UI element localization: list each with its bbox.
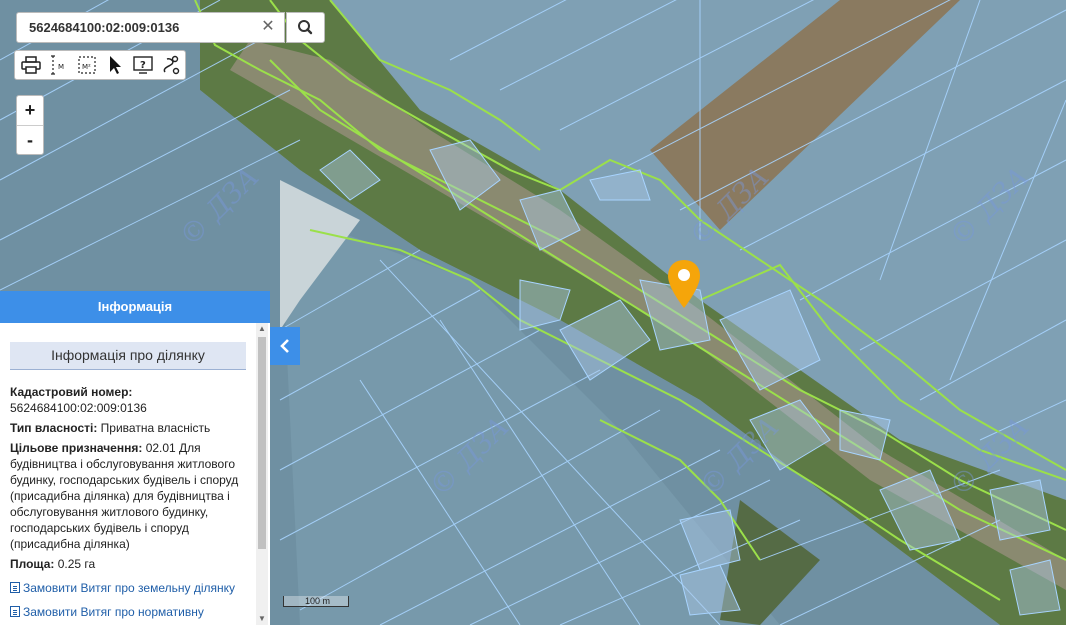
search-icon (298, 20, 313, 35)
svg-text:M: M (58, 63, 64, 71)
document-icon (10, 582, 20, 593)
measure-area-button[interactable]: M² (73, 52, 101, 78)
chevron-left-icon (280, 339, 289, 353)
measure-length-icon: M (51, 55, 64, 75)
order-valuation-label: Замовити Витяг про нормативну грошову оц… (10, 605, 204, 623)
route-button[interactable] (157, 52, 185, 78)
ownership-label: Тип власності: (10, 421, 98, 435)
print-icon (21, 56, 41, 74)
scroll-down-icon[interactable]: ▼ (256, 613, 268, 625)
purpose-row: Цільове призначення: 02.01 Для будівницт… (10, 440, 246, 552)
info-query-icon: ? (133, 56, 153, 74)
search-input[interactable] (17, 13, 257, 42)
purpose-label: Цільове призначення: (10, 441, 143, 455)
scroll-thumb[interactable] (258, 337, 266, 549)
svg-text:M²: M² (82, 63, 91, 71)
cadastral-row: Кадастровий номер: 5624684100:02:009:013… (10, 384, 246, 416)
zoom-in-button[interactable]: + (17, 96, 43, 126)
pointer-icon (110, 56, 121, 74)
panel-header: Інформація (0, 291, 270, 323)
panel-body: Інформація про ділянку Кадастровий номер… (0, 323, 256, 623)
zoom-out-button[interactable]: - (17, 126, 43, 155)
ownership-value: Приватна власність (100, 421, 211, 435)
purpose-value: 02.01 Для будівництва і обслуговування ж… (10, 441, 239, 551)
order-valuation-link[interactable]: Замовити Витяг про нормативну грошову оц… (10, 604, 246, 623)
ownership-row: Тип власності: Приватна власність (10, 420, 246, 436)
info-query-button[interactable]: ? (129, 52, 157, 78)
panel-title: Інформація про ділянку (10, 342, 246, 370)
scroll-up-icon[interactable]: ▲ (256, 323, 268, 335)
map-marker-icon[interactable] (666, 258, 702, 310)
info-panel: Інформація Інформація про ділянку Кадаст… (0, 291, 270, 625)
search-button[interactable] (286, 12, 325, 43)
zoom-control: + - (16, 95, 44, 155)
collapse-panel-button[interactable] (270, 327, 300, 365)
svg-text:?: ? (140, 60, 146, 71)
close-icon[interactable]: ✕ (260, 19, 276, 35)
print-button[interactable] (17, 52, 45, 78)
order-extract-label: Замовити Витяг про земельну ділянку (23, 581, 236, 595)
measure-area-icon: M² (78, 56, 96, 74)
cadastral-label: Кадастровий номер: (10, 385, 133, 399)
route-icon (163, 55, 180, 75)
pointer-button[interactable] (101, 52, 129, 78)
map-toolbar: M M² ? (14, 50, 186, 80)
scale-bar: 100 m (283, 596, 349, 610)
panel-scrollbar[interactable]: ▲ ▼ (256, 323, 268, 625)
measure-length-button[interactable]: M (45, 52, 73, 78)
document-icon (10, 606, 20, 617)
search-box: ✕ (16, 12, 285, 43)
area-value: 0.25 га (57, 557, 96, 571)
scale-label: 100 m (305, 596, 331, 606)
order-extract-link[interactable]: Замовити Витяг про земельну ділянку (10, 580, 246, 596)
cadastral-value: 5624684100:02:009:0136 (10, 401, 147, 415)
area-row: Площа: 0.25 га (10, 556, 246, 572)
area-label: Площа: (10, 557, 55, 571)
